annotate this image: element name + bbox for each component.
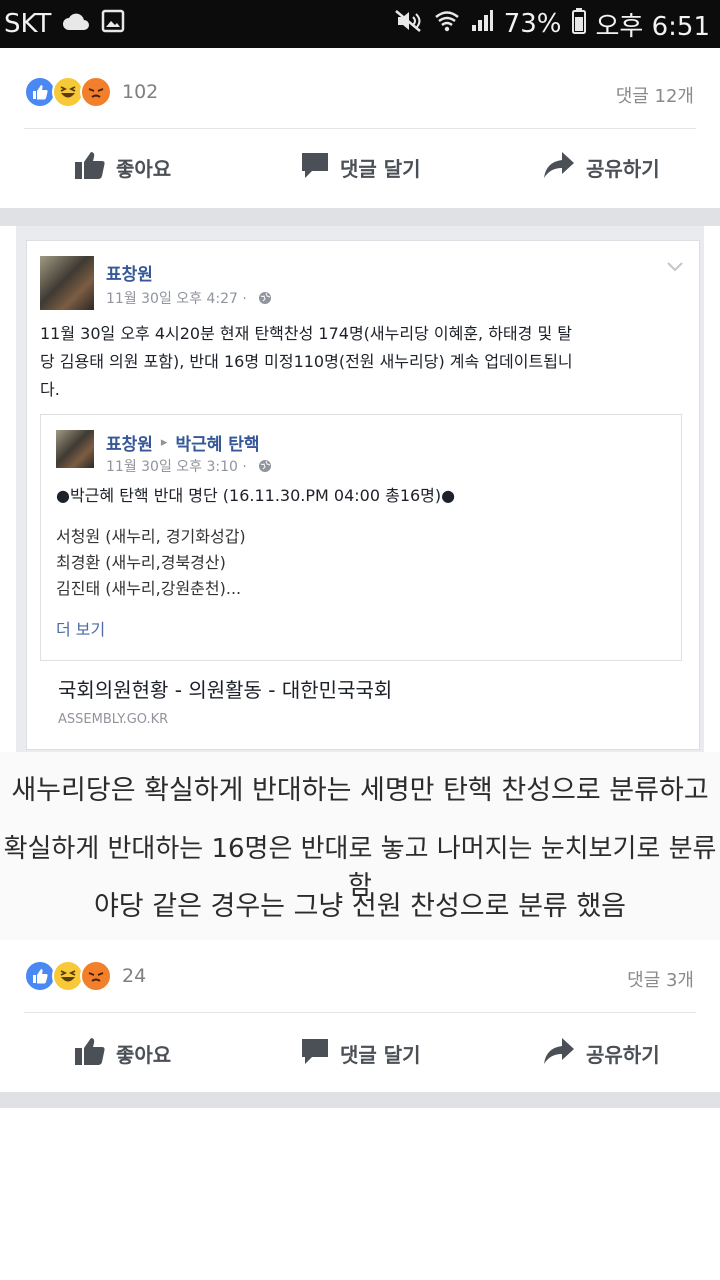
share-icon: [542, 1036, 576, 1071]
reaction-count: 24: [122, 965, 147, 987]
post-footer-top: 102 댓글 12개 좋아요 댓글 달기 공유하기: [0, 48, 720, 210]
like-label: 좋아요: [116, 157, 172, 181]
chevron-down-icon[interactable]: [666, 258, 684, 277]
like-button[interactable]: 좋아요: [74, 1036, 171, 1071]
quoted-body: 서청원 (새누리, 경기화성갑) 최경환 (새누리,경북경산) 김진태 (새누리…: [56, 524, 676, 602]
comment-button[interactable]: 댓글 달기: [300, 1036, 421, 1071]
caption-line: 야당 같은 경우는 그냥 전원 찬성으로 분류 했음: [93, 891, 627, 922]
quoted-author-name[interactable]: 표창원: [106, 430, 153, 455]
see-more-link[interactable]: 더 보기: [56, 616, 105, 640]
quoted-body-line: 서청원 (새누리, 경기화성갑): [56, 527, 246, 546]
battery-percent: 73%: [503, 9, 562, 39]
comment-count-link[interactable]: 댓글 3개: [627, 966, 694, 992]
angry-reaction-icon: [80, 960, 112, 992]
post-timestamp[interactable]: 11월 30일 오후 4:27 ·: [106, 288, 247, 308]
share-button[interactable]: 공유하기: [542, 150, 660, 185]
reactions-summary[interactable]: 24: [24, 960, 146, 992]
divider: [24, 128, 696, 129]
link-domain: ASSEMBLY.GO.KR: [58, 712, 169, 727]
link-title[interactable]: 국회의원현황 - 의원활동 - 대한민국국회: [58, 674, 392, 703]
divider: [24, 1012, 696, 1013]
comment-button[interactable]: 댓글 달기: [300, 150, 421, 185]
feed-separator: [0, 208, 720, 226]
post-body-line: 당 김용태 의원 포함), 반대 16명 미정110명(전원 새누리당) 계속 …: [40, 352, 573, 371]
share-icon: [542, 150, 576, 185]
author-name[interactable]: 표창원: [106, 260, 153, 285]
signal-icon: [470, 9, 494, 40]
quoted-author-avatar[interactable]: [56, 430, 94, 468]
quoted-headline: ●박근혜 탄핵 반대 명단 (16.11.30.PM 04:00 총16명)●: [56, 486, 456, 505]
post-footer-bottom: 24 댓글 3개 좋아요 댓글 달기 공유하기: [0, 940, 720, 1092]
feed-blank-area: [0, 1108, 720, 1280]
status-bar: SKT 73% 오후 6:51: [0, 0, 720, 48]
quoted-group-name[interactable]: 박근혜 탄핵: [175, 430, 259, 455]
comment-count-link[interactable]: 댓글 12개: [616, 82, 694, 108]
mute-icon: [394, 9, 424, 40]
wifi-icon: [434, 9, 460, 40]
thumbs-up-icon: [74, 150, 106, 185]
quoted-header: 표창원 ▸ 박근혜 탄핵: [106, 430, 260, 455]
share-label: 공유하기: [586, 157, 660, 181]
reactions-summary[interactable]: 102: [24, 76, 158, 108]
image-icon: [101, 9, 125, 40]
quoted-body-line: 김진태 (새누리,강원춘천)...: [56, 579, 242, 598]
comment-label: 댓글 달기: [340, 157, 421, 181]
angry-reaction-icon: [80, 76, 112, 108]
comment-label: 댓글 달기: [340, 1043, 421, 1067]
arrow-right-icon: ▸: [160, 435, 168, 450]
carrier-label: SKT: [4, 9, 52, 39]
share-label: 공유하기: [586, 1043, 660, 1067]
reaction-count: 102: [122, 81, 159, 103]
quoted-body-line: 최경환 (새누리,경북경산): [56, 553, 226, 572]
caption-line: 새누리당은 확실하게 반대하는 세명만 탄핵 찬성으로 분류하고: [11, 775, 709, 806]
comment-icon: [300, 150, 330, 185]
clock: 오후 6:51: [595, 11, 711, 42]
post-body-line: 11월 30일 오후 4시20분 현재 탄핵찬성 174명(새누리당 이혜훈, …: [40, 324, 572, 343]
like-label: 좋아요: [116, 1043, 172, 1067]
battery-icon: [571, 7, 586, 41]
cloud-icon: [61, 9, 91, 39]
thumbs-up-icon: [74, 1036, 106, 1071]
post-body-line: 다.: [40, 380, 60, 399]
comment-icon: [300, 1036, 330, 1071]
like-button[interactable]: 좋아요: [74, 150, 171, 185]
globe-icon: [258, 458, 272, 477]
globe-icon: [258, 290, 272, 309]
share-button[interactable]: 공유하기: [542, 1036, 660, 1071]
author-avatar[interactable]: [40, 256, 94, 310]
quoted-timestamp[interactable]: 11월 30일 오후 3:10 ·: [106, 456, 247, 476]
feed-separator: [0, 1092, 720, 1108]
post-body: 11월 30일 오후 4시20분 현재 탄핵찬성 174명(새누리당 이혜훈, …: [40, 320, 700, 404]
